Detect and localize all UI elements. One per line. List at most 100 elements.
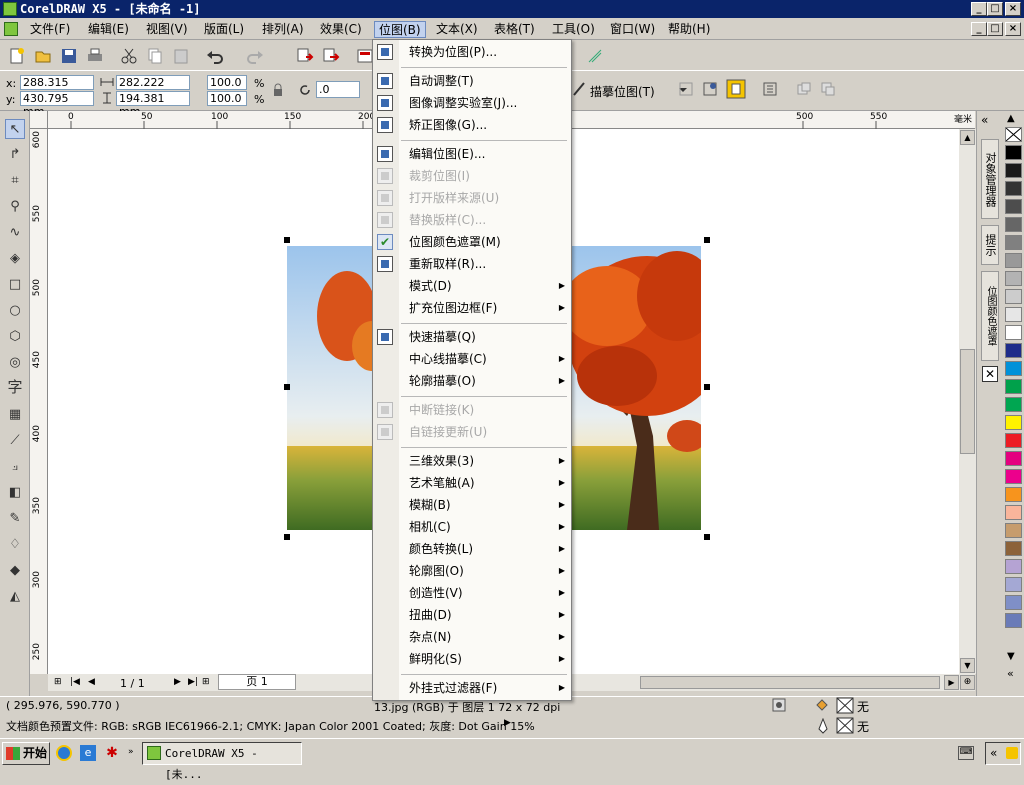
snap-to-icon[interactable] — [586, 47, 604, 65]
bitmap-menu-item[interactable]: 转换为位图(P)... — [409, 42, 567, 62]
menu-effects[interactable]: 效果(C) — [316, 21, 366, 38]
selection-handle[interactable] — [284, 237, 290, 243]
palette-swatch[interactable] — [1005, 523, 1022, 538]
bitmap-menu-item[interactable]: 颜色转换(L) — [409, 539, 567, 559]
ruler-origin[interactable] — [30, 111, 48, 129]
horizontal-scroll-thumb[interactable] — [640, 676, 940, 689]
blend-tool-icon[interactable]: ◧ — [5, 483, 25, 503]
menu-tools[interactable]: 工具(O) — [548, 21, 599, 38]
menu-help[interactable]: 帮助(H) — [664, 21, 714, 38]
menu-bitmaps[interactable]: 位图(B) — [374, 21, 426, 38]
first-page-icon[interactable]: |◀ — [70, 677, 80, 687]
scale-x-field[interactable]: 100.0 — [207, 75, 247, 90]
doc-restore-button[interactable]: □ — [987, 22, 1003, 36]
keyboard-tray-icon[interactable]: ⌨ — [958, 746, 974, 760]
palette-swatch[interactable] — [1005, 361, 1022, 376]
bitmap-menu-item[interactable]: 中心线描摹(C) — [409, 349, 567, 369]
palette-swatch[interactable] — [1005, 415, 1022, 430]
chrome-quicklaunch-icon[interactable] — [56, 745, 72, 761]
palette-swatch[interactable] — [1005, 235, 1022, 250]
palette-swatch[interactable] — [1005, 379, 1022, 394]
selection-handle[interactable] — [284, 384, 290, 390]
palette-swatch[interactable] — [1005, 577, 1022, 592]
palette-swatch[interactable] — [1005, 595, 1022, 610]
redo-icon[interactable] — [246, 47, 264, 65]
last-page-icon[interactable]: ▶| — [188, 677, 198, 687]
table-tool-icon[interactable]: ▦ — [5, 405, 25, 425]
tray-app-icon[interactable] — [1006, 747, 1018, 759]
page-add-after-icon[interactable]: ⊞ — [202, 677, 210, 687]
navigator-icon[interactable]: ⊕ — [960, 675, 975, 690]
palette-swatch[interactable] — [1005, 199, 1022, 214]
vertical-ruler[interactable]: 600 550 500 450 400 350 300 250 — [30, 129, 48, 674]
palette-swatch[interactable] — [1005, 163, 1022, 178]
menu-arrange[interactable]: 排列(A) — [258, 21, 308, 38]
x-position-field[interactable]: 288.315 mm — [20, 75, 94, 102]
palette-swatch[interactable] — [1005, 505, 1022, 520]
menu-layout[interactable]: 版面(L) — [200, 21, 248, 38]
close-button[interactable]: × — [1005, 2, 1021, 16]
bitmap-menu-item[interactable]: 三维效果(3) — [409, 451, 567, 471]
collapse-dockers-icon[interactable]: « — [981, 113, 988, 127]
doc-minimize-button[interactable]: _ — [971, 22, 987, 36]
paste-icon[interactable] — [172, 47, 190, 65]
palette-expand-icon[interactable]: « — [1007, 667, 1014, 680]
palette-swatch[interactable] — [1005, 397, 1022, 412]
width-field[interactable]: 282.222 mm — [116, 75, 190, 102]
palette-swatch[interactable] — [1005, 433, 1022, 448]
color-profile-arrow-icon[interactable]: ▶ — [504, 718, 511, 728]
menu-edit[interactable]: 编辑(E) — [84, 21, 133, 38]
bitmap-menu-item[interactable]: 自动调整(T) — [409, 71, 567, 91]
y-position-field[interactable]: 430.795 mm — [20, 91, 94, 118]
palette-swatch[interactable] — [1005, 559, 1022, 574]
bitmap-menu-item[interactable]: 快速描摹(Q) — [409, 327, 567, 347]
palette-swatch[interactable] — [1005, 145, 1022, 160]
scale-y-field[interactable]: 100.0 — [207, 91, 247, 106]
page-tab[interactable]: 页 1 — [218, 674, 296, 690]
rectangle-tool-icon[interactable]: □ — [5, 275, 25, 295]
selection-handle[interactable] — [704, 534, 710, 540]
to-front-icon[interactable] — [796, 81, 812, 97]
crop-bitmap-tool-icon[interactable] — [678, 81, 694, 97]
scroll-up-arrow-icon[interactable]: ▲ — [960, 130, 975, 145]
tray-expand-icon[interactable]: « — [990, 746, 997, 760]
palette-swatch[interactable] — [1005, 325, 1022, 340]
bitmap-menu-item[interactable]: 模式(D) — [409, 276, 567, 296]
app-quicklaunch-icon[interactable]: ✱ — [104, 745, 120, 761]
new-document-icon[interactable] — [8, 47, 26, 65]
vertical-scroll-thumb[interactable] — [960, 349, 975, 454]
menu-file[interactable]: 文件(F) — [26, 21, 74, 38]
palette-swatch[interactable] — [1005, 541, 1022, 556]
polygon-tool-icon[interactable]: ⬡ — [5, 327, 25, 347]
cut-icon[interactable] — [120, 47, 138, 65]
save-icon[interactable] — [60, 47, 78, 65]
zoom-tool-icon[interactable]: ⚲ — [5, 197, 25, 217]
bitmap-menu-item[interactable]: 矫正图像(G)... — [409, 115, 567, 135]
selection-handle[interactable] — [704, 384, 710, 390]
crop-tool-icon[interactable]: ⌗ — [5, 171, 25, 191]
bitmap-menu-item[interactable]: 图像调整实验室(J)... — [409, 93, 567, 113]
scroll-down-arrow-icon[interactable]: ▼ — [960, 658, 975, 673]
prev-page-icon[interactable]: ◀ — [88, 677, 95, 687]
no-color-swatch[interactable] — [1005, 127, 1022, 142]
freehand-tool-icon[interactable]: ∿ — [5, 223, 25, 243]
palette-swatch[interactable] — [1005, 487, 1022, 502]
hints-tab[interactable]: 提示 — [981, 225, 999, 265]
palette-swatch[interactable] — [1005, 289, 1022, 304]
no-outline-swatch-icon[interactable] — [836, 717, 854, 734]
to-back-icon[interactable] — [820, 81, 836, 97]
fill-tool-icon[interactable]: ◆ — [5, 561, 25, 581]
interactive-fill-tool-icon[interactable]: ◭ — [5, 587, 25, 607]
maximize-button[interactable]: □ — [987, 2, 1003, 16]
palette-swatch[interactable] — [1005, 451, 1022, 466]
print-icon[interactable] — [86, 47, 104, 65]
vertical-scrollbar[interactable]: ▲ ▼ — [959, 129, 976, 674]
palette-swatch[interactable] — [1005, 469, 1022, 484]
start-button[interactable]: 开始 — [2, 742, 50, 765]
wrap-text-icon[interactable] — [762, 81, 778, 97]
outline-tool-icon[interactable]: ♢ — [5, 535, 25, 555]
bitmap-menu-item[interactable]: 模糊(B) — [409, 495, 567, 515]
resample-tool-icon[interactable] — [702, 81, 718, 97]
basic-shapes-tool-icon[interactable]: ◎ — [5, 353, 25, 373]
dimension-tool-icon[interactable]: ⟋ — [5, 431, 25, 451]
